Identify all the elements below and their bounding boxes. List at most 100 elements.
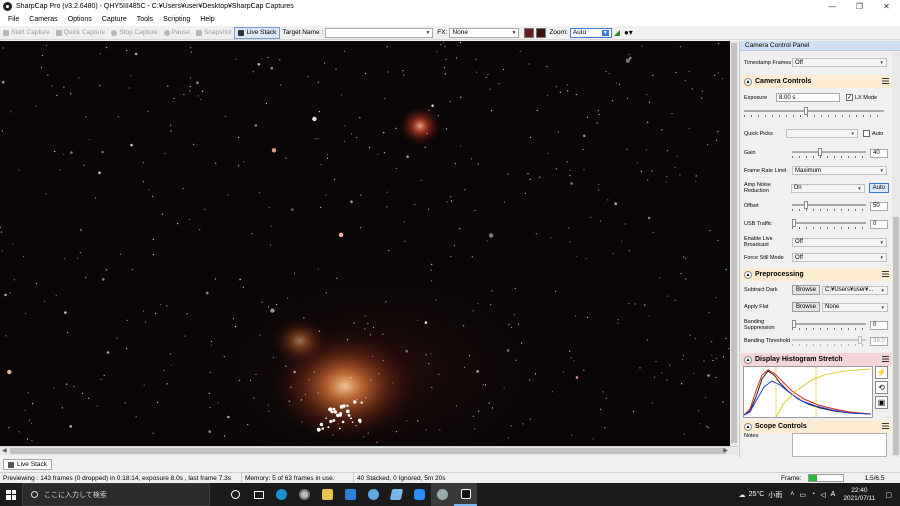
- slider-knob[interactable]: [804, 201, 808, 209]
- menu-scripting[interactable]: Scripting: [158, 16, 195, 23]
- volume-icon[interactable]: ◁: [820, 491, 825, 499]
- viewer-horizontal-scrollbar[interactable]: ◀ ▶: [0, 446, 738, 455]
- live-stack-tab[interactable]: Live Stack: [3, 459, 52, 470]
- force-still-mode-select[interactable]: Off ▼: [792, 253, 887, 262]
- banding-suppression-slider[interactable]: [792, 320, 866, 330]
- offset-input[interactable]: 50: [870, 201, 888, 211]
- network-icon[interactable]: ◔: [811, 491, 815, 498]
- vertical-scroll-thumb[interactable]: [731, 43, 737, 443]
- zoom-app-icon[interactable]: [408, 483, 431, 506]
- gain-slider[interactable]: [792, 148, 866, 158]
- battery-icon[interactable]: ▭: [799, 491, 806, 499]
- slider-knob[interactable]: [818, 148, 822, 156]
- subtract-dark-browse-button[interactable]: Browse: [792, 285, 821, 295]
- menu-options[interactable]: Options: [63, 16, 97, 23]
- exposure-slider[interactable]: [744, 107, 884, 117]
- chrome-icon[interactable]: [293, 483, 316, 506]
- gain-input[interactable]: 40: [870, 148, 888, 158]
- app-icon[interactable]: [385, 483, 408, 506]
- hamburger-menu-icon[interactable]: [882, 423, 889, 429]
- color-swatch-dark-icon[interactable]: [536, 27, 547, 38]
- menu-cameras[interactable]: Cameras: [24, 16, 62, 23]
- subtract-dark-select[interactable]: C:¥Users¥user¥... ▼: [822, 285, 889, 295]
- stop-capture-button[interactable]: Stop Capture: [108, 27, 160, 39]
- slider-knob[interactable]: [804, 107, 808, 115]
- slider-knob[interactable]: [792, 219, 796, 227]
- menu-tools[interactable]: Tools: [132, 16, 158, 23]
- amp-noise-select[interactable]: On ▼: [790, 183, 865, 193]
- weather-icon[interactable]: ☁: [739, 491, 746, 499]
- banding-threshold-slider[interactable]: [792, 336, 866, 346]
- viewer-vertical-scrollbar[interactable]: [730, 41, 738, 446]
- edge-icon[interactable]: [270, 483, 293, 506]
- menu-file[interactable]: File: [3, 16, 24, 23]
- clock[interactable]: 22:40 2021/07/11: [843, 487, 875, 503]
- quick-picks-select[interactable]: ▼: [786, 129, 858, 138]
- frame-rate-limit-select[interactable]: Maximum ▼: [792, 166, 887, 175]
- scroll-left-icon[interactable]: ◀: [2, 447, 7, 454]
- cortana-icon[interactable]: [224, 483, 247, 506]
- preprocessing-header[interactable]: ▲ Preprocessing: [741, 268, 892, 281]
- auto-stretch-icon[interactable]: ⚡: [875, 366, 888, 379]
- start-capture-button[interactable]: Start Capture: [0, 27, 53, 39]
- menu-capture[interactable]: Capture: [97, 16, 132, 23]
- hamburger-menu-icon[interactable]: [882, 78, 889, 84]
- close-button[interactable]: ✕: [873, 0, 900, 13]
- color-swatch-red-icon[interactable]: [524, 27, 535, 38]
- amp-noise-auto-button[interactable]: Auto: [868, 183, 889, 193]
- quick-capture-button[interactable]: Quick Capture: [53, 27, 109, 39]
- image-viewer[interactable]: [0, 41, 738, 446]
- banding-threshold-input[interactable]: 35.0: [870, 336, 888, 346]
- panel-scrollbar[interactable]: [892, 52, 900, 457]
- fx-select[interactable]: None ▼: [449, 27, 520, 38]
- collapse-icon[interactable]: ▲: [744, 270, 752, 279]
- menu-help[interactable]: Help: [195, 16, 219, 23]
- target-name-input[interactable]: ▼: [325, 27, 434, 38]
- zoom-select[interactable]: Auto ▼: [569, 27, 612, 38]
- exposure-input[interactable]: 8.00 s: [776, 93, 840, 102]
- histogram-stretch-header[interactable]: ▲ Display Histogram Stretch: [741, 353, 892, 366]
- live-broadcast-select[interactable]: Off ▼: [792, 237, 887, 247]
- snapshot-button[interactable]: Snapshot: [193, 27, 234, 39]
- live-stack-button[interactable]: Live Stack: [234, 26, 281, 39]
- panel-scroll-thumb[interactable]: [893, 217, 899, 455]
- save-stretch-icon[interactable]: ▣: [875, 396, 888, 409]
- mail-icon[interactable]: [339, 483, 362, 506]
- slider-knob[interactable]: [858, 336, 862, 344]
- notes-textarea[interactable]: [792, 433, 887, 457]
- collapse-icon[interactable]: ▲: [744, 77, 752, 86]
- hamburger-menu-icon[interactable]: [882, 271, 889, 277]
- usb-traffic-input[interactable]: 0: [870, 219, 888, 229]
- apply-flat-browse-button[interactable]: Browse: [792, 302, 821, 312]
- slider-knob[interactable]: [792, 320, 796, 328]
- maximize-button[interactable]: ❐: [846, 0, 873, 13]
- lx-mode-checkbox[interactable]: ✓: [846, 94, 853, 101]
- scroll-right-icon[interactable]: ▶: [723, 447, 728, 454]
- hamburger-menu-icon[interactable]: [882, 356, 889, 362]
- horizontal-scroll-thumb[interactable]: [10, 448, 726, 454]
- collapse-icon[interactable]: ▲: [744, 355, 752, 364]
- magnifier-icon[interactable]: ●▾: [622, 28, 635, 37]
- store-icon[interactable]: [316, 483, 339, 506]
- sharpcap-window-icon[interactable]: [454, 483, 477, 506]
- minimize-button[interactable]: —: [819, 0, 846, 13]
- collapse-icon[interactable]: ▲: [744, 422, 752, 431]
- ime-indicator[interactable]: A: [831, 491, 836, 498]
- sharpcap-taskbar-icon[interactable]: [431, 483, 454, 506]
- usb-traffic-slider[interactable]: [792, 219, 866, 229]
- histogram-plot[interactable]: [743, 366, 873, 418]
- quick-picks-auto-checkbox[interactable]: [863, 130, 870, 137]
- start-button[interactable]: [0, 483, 22, 506]
- task-view-icon[interactable]: [247, 483, 270, 506]
- offset-slider[interactable]: [792, 201, 866, 211]
- banding-suppression-input[interactable]: 0: [870, 320, 888, 330]
- timestamp-frames-select[interactable]: Off ▼: [792, 58, 887, 67]
- pause-button[interactable]: Pause: [161, 27, 193, 39]
- reset-stretch-icon[interactable]: ⟲: [875, 381, 888, 394]
- apply-flat-select[interactable]: None ▼: [822, 302, 889, 312]
- histogram-icon[interactable]: ◢: [612, 28, 622, 37]
- notifications-icon[interactable]: ▢: [885, 491, 892, 499]
- scope-controls-header[interactable]: ▲ Scope Controls: [741, 420, 892, 433]
- photos-icon[interactable]: [362, 483, 385, 506]
- camera-controls-header[interactable]: ▲ Camera Controls: [741, 75, 892, 88]
